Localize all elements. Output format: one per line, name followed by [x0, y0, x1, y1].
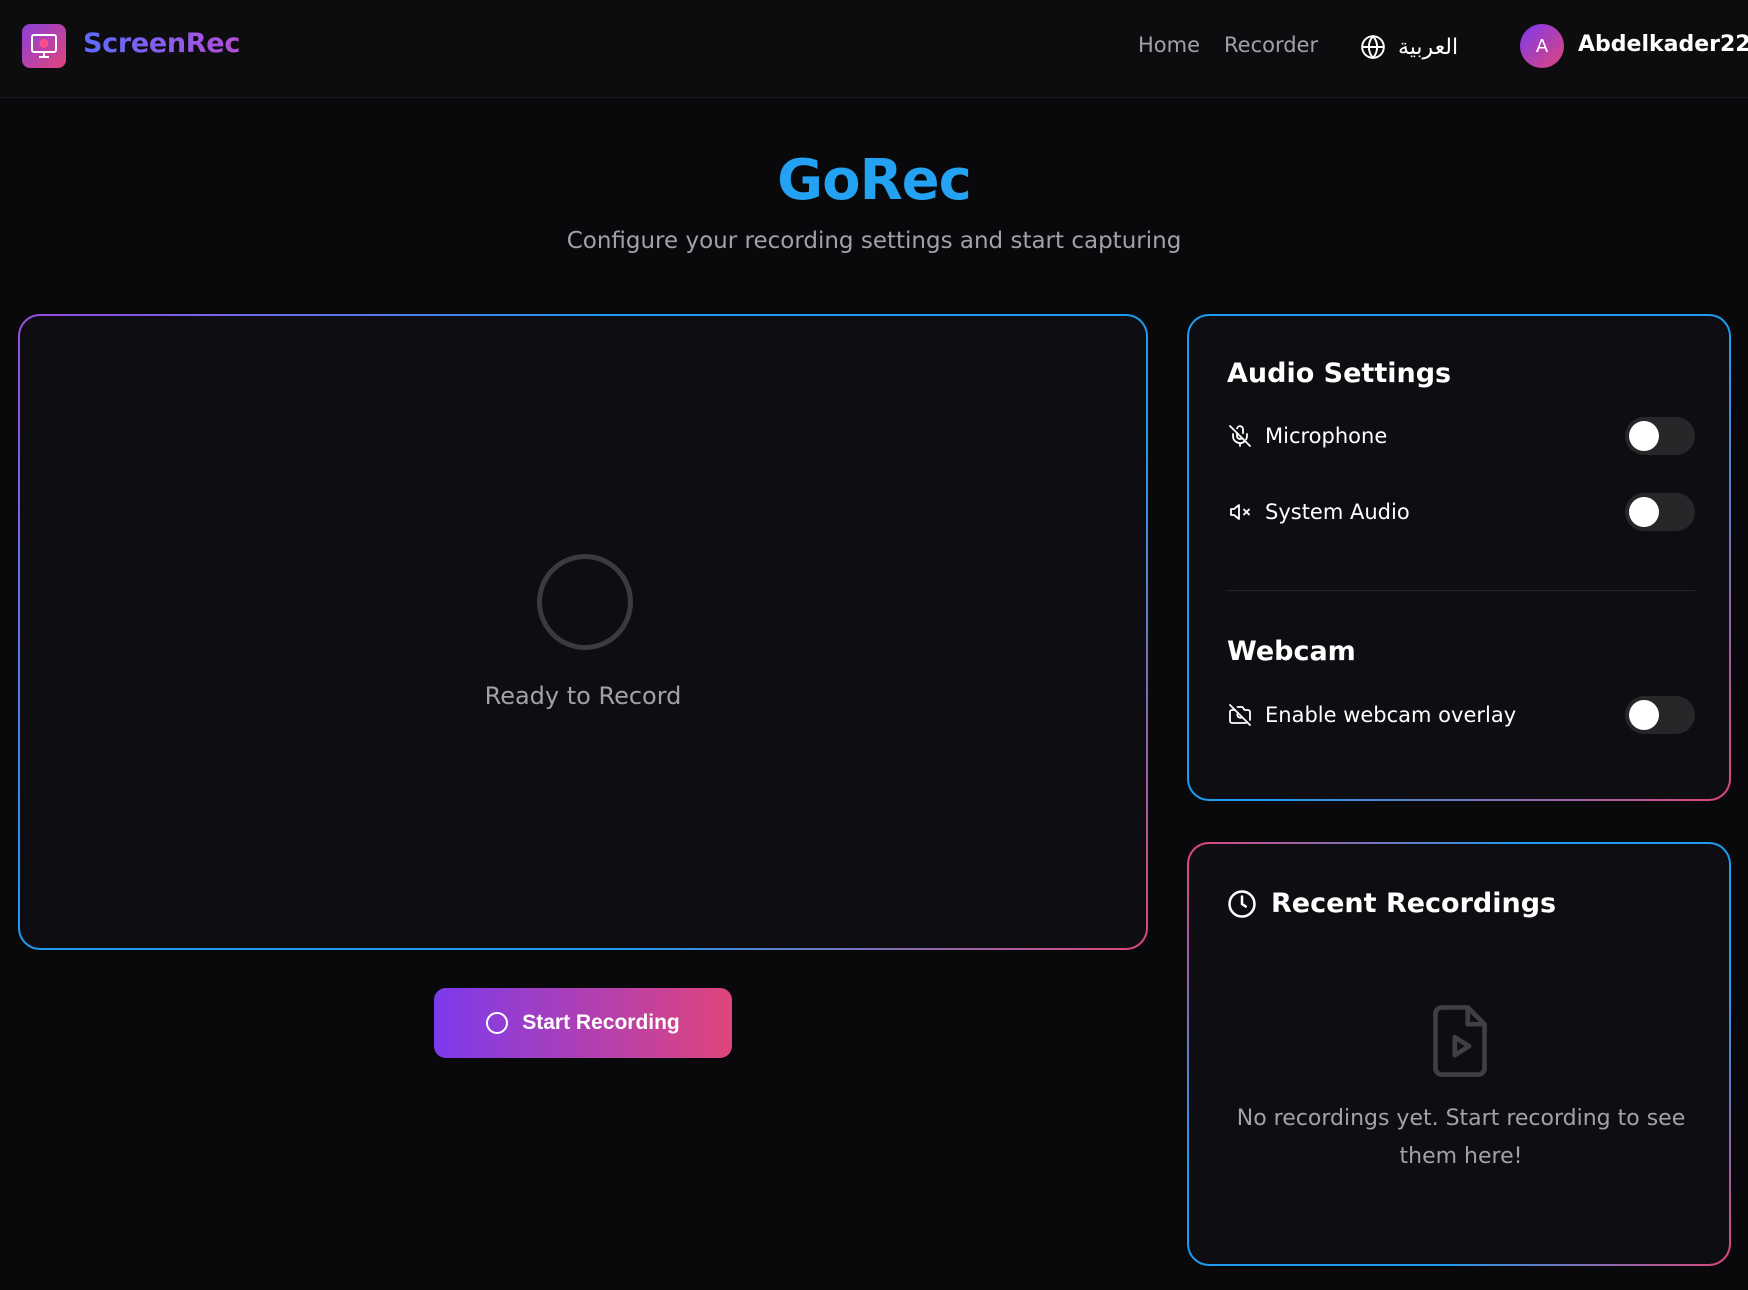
page-subtitle: Configure your recording settings and st… [566, 228, 1182, 254]
recent-recordings-panel: Recent Recordings No recordings yet. Sta… [1187, 842, 1731, 1266]
start-recording-button[interactable]: Start Recording [434, 988, 732, 1058]
microphone-setting: Microphone [1227, 416, 1695, 456]
user-avatar[interactable]: A [1520, 24, 1564, 68]
toggle-knob [1629, 700, 1659, 730]
microphone-label: Microphone [1265, 424, 1388, 448]
webcam-title: Webcam [1227, 636, 1356, 667]
toggle-knob [1629, 421, 1659, 451]
preview-status: Ready to Record [484, 682, 682, 710]
webcam-overlay-label: Enable webcam overlay [1265, 703, 1517, 727]
record-circle-icon [486, 1012, 509, 1034]
camera-off-icon [1227, 702, 1253, 728]
username[interactable]: Abdelkader22 [1578, 32, 1748, 57]
system-audio-setting: System Audio [1227, 492, 1695, 532]
recent-recordings-header: Recent Recordings [1227, 888, 1556, 919]
recent-recordings-title: Recent Recordings [1271, 888, 1557, 919]
clock-icon [1228, 889, 1256, 918]
webcam-overlay-setting: Enable webcam overlay [1227, 695, 1695, 735]
language-label: العربية [1398, 34, 1459, 60]
system-audio-label: System Audio [1265, 500, 1410, 524]
brand-name[interactable]: ScreenRec [83, 28, 240, 59]
nav-recorder-link[interactable]: Recorder [1224, 33, 1318, 57]
app-logo-icon[interactable] [22, 24, 66, 68]
globe-icon [1361, 34, 1385, 60]
toggle-knob [1629, 497, 1659, 527]
webcam-overlay-toggle[interactable] [1625, 696, 1695, 734]
top-nav-bar: ScreenRec Home Recorder العربية A Abdelk… [0, 0, 1748, 98]
start-recording-label: Start Recording [522, 1011, 680, 1034]
file-video-icon [1429, 1004, 1491, 1082]
microphone-toggle[interactable] [1625, 417, 1695, 455]
volume-x-icon [1227, 499, 1253, 525]
page-title: GoRec [0, 148, 1748, 213]
empty-state-message: No recordings yet. Start recording to se… [1236, 1106, 1686, 1169]
system-audio-toggle[interactable] [1625, 493, 1695, 531]
audio-settings-title: Audio Settings [1227, 358, 1452, 389]
settings-divider [1227, 590, 1695, 591]
settings-panel: Audio Settings Microphone System Audio W… [1187, 314, 1731, 801]
recording-preview-panel: Ready to Record [18, 314, 1148, 950]
nav-home-link[interactable]: Home [1138, 33, 1200, 57]
ready-indicator-icon [537, 554, 633, 650]
mic-off-icon [1227, 423, 1253, 449]
language-switcher[interactable]: العربية [1360, 30, 1458, 64]
